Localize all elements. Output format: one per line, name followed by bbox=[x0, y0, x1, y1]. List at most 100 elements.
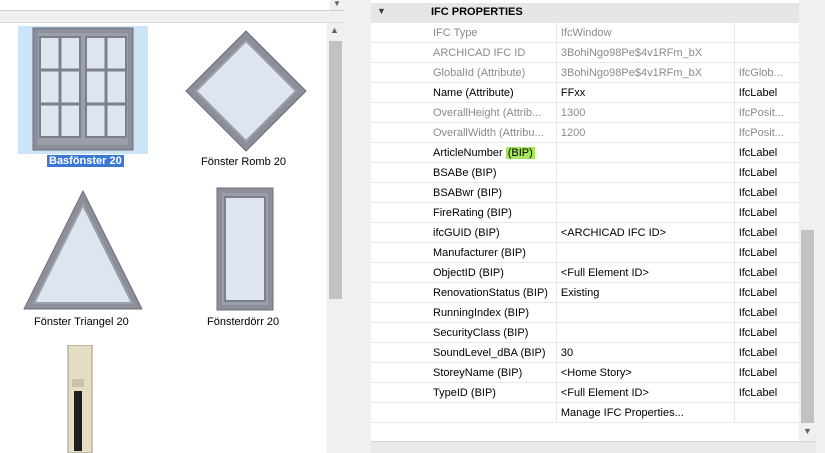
library-item-fonster-triangel[interactable] bbox=[22, 189, 144, 311]
property-value[interactable]: 3BohiNgo98Pe$4v1RFm_bX bbox=[555, 42, 735, 63]
property-name: Name (Attribute) bbox=[371, 82, 557, 103]
property-name-text: BSABe (BIP) bbox=[433, 166, 497, 179]
ifc-properties-table: IFC Type IfcWindow ARCHICAD IFC ID 3BohiNgo… bbox=[371, 23, 799, 423]
property-name-text: FireRating (BIP) bbox=[433, 206, 512, 219]
property-row[interactable]: SoundLevel_dBA (BIP) 30 IfcLabel bbox=[371, 342, 799, 363]
library-item-narrow-window[interactable] bbox=[64, 345, 96, 453]
property-value[interactable] bbox=[555, 242, 735, 263]
property-type: IfcLabel bbox=[733, 202, 799, 223]
property-value[interactable] bbox=[555, 302, 735, 323]
property-row[interactable]: ObjectID (BIP) <Full Element ID> IfcLabel bbox=[371, 262, 799, 283]
property-name-text: Manufacturer (BIP) bbox=[433, 246, 526, 259]
property-row[interactable]: RunningIndex (BIP) IfcLabel bbox=[371, 302, 799, 323]
property-value[interactable]: 30 bbox=[555, 342, 735, 363]
property-row[interactable]: ARCHICAD IFC ID 3BohiNgo98Pe$4v1RFm_bX bbox=[371, 42, 799, 63]
property-value[interactable]: FFxx bbox=[555, 82, 735, 103]
property-type: IfcGlob... bbox=[733, 62, 799, 83]
property-row[interactable]: ifcGUID (BIP) <ARCHICAD IFC ID> IfcLabel bbox=[371, 222, 799, 243]
properties-scrollbar-thumb[interactable] bbox=[801, 230, 814, 423]
pane-splitter[interactable] bbox=[344, 0, 359, 452]
library-item-fonsterdorr[interactable] bbox=[216, 187, 274, 311]
property-type: IfcPosit... bbox=[733, 102, 799, 123]
property-value[interactable]: <Full Element ID> bbox=[555, 262, 735, 283]
property-row[interactable]: OverallHeight (Attrib... 1300 IfcPosit... bbox=[371, 102, 799, 123]
property-value[interactable]: Existing bbox=[555, 282, 735, 303]
property-value[interactable] bbox=[555, 162, 735, 183]
property-name bbox=[371, 402, 557, 423]
french-window-door-icon bbox=[216, 187, 274, 311]
property-name-text: ObjectID (BIP) bbox=[433, 266, 504, 279]
property-type: IfcLabel bbox=[733, 302, 799, 323]
library-item-fonster-romb[interactable] bbox=[184, 29, 308, 153]
property-row[interactable]: OverallWidth (Attribu... 1200 IfcPosit... bbox=[371, 122, 799, 143]
chevron-down-icon[interactable]: ▼ bbox=[803, 426, 812, 436]
property-row[interactable]: Manufacturer (BIP) IfcLabel bbox=[371, 242, 799, 263]
property-value[interactable]: 3BohiNgo98Pe$4v1RFm_bX bbox=[555, 62, 735, 83]
section-title: IFC PROPERTIES bbox=[431, 6, 523, 18]
ifc-properties-section-header[interactable]: ▼ IFC PROPERTIES bbox=[371, 3, 799, 23]
property-value[interactable] bbox=[555, 322, 735, 343]
property-name-text: IFC Type bbox=[433, 26, 478, 39]
manage-ifc-properties-button[interactable]: Manage IFC Properties... bbox=[555, 402, 735, 423]
property-name-text: GlobalId (Attribute) bbox=[433, 66, 526, 79]
property-row[interactable]: ArticleNumber (BIP) IfcLabel bbox=[371, 142, 799, 163]
property-name-text: SoundLevel_dBA (BIP) bbox=[433, 346, 546, 359]
property-name: RenovationStatus (BIP) bbox=[371, 282, 557, 303]
collapse-triangle-icon[interactable]: ▼ bbox=[377, 6, 386, 16]
property-type: IfcLabel bbox=[733, 142, 799, 163]
triangle-window-icon bbox=[23, 190, 143, 310]
property-name: IFC Type bbox=[371, 23, 557, 43]
library-header-strip bbox=[0, 0, 344, 11]
property-name: BSABwr (BIP) bbox=[371, 182, 557, 203]
library-top-scrollbar[interactable]: ▼ bbox=[330, 0, 344, 10]
property-row[interactable]: Manage IFC Properties... bbox=[371, 402, 799, 423]
library-item-label[interactable]: Fönsterdörr 20 bbox=[207, 316, 279, 328]
property-name: SoundLevel_dBA (BIP) bbox=[371, 342, 557, 363]
property-type: IfcLabel bbox=[733, 282, 799, 303]
chevron-up-icon[interactable]: ▲ bbox=[330, 25, 339, 35]
property-value[interactable]: <Home Story> bbox=[555, 362, 735, 383]
property-name-text: ArticleNumber bbox=[433, 146, 503, 159]
property-type: IfcPosit... bbox=[733, 122, 799, 143]
property-value[interactable]: 1200 bbox=[555, 122, 735, 143]
property-value[interactable] bbox=[555, 202, 735, 223]
library-item-label[interactable]: Fönster Triangel 20 bbox=[34, 316, 129, 328]
property-name: TypeID (BIP) bbox=[371, 382, 557, 403]
property-row[interactable]: Name (Attribute) FFxx IfcLabel bbox=[371, 82, 799, 103]
property-name-text: ifcGUID (BIP) bbox=[433, 226, 500, 239]
property-name-text: TypeID (BIP) bbox=[433, 386, 496, 399]
property-value[interactable]: <ARCHICAD IFC ID> bbox=[555, 222, 735, 243]
property-name-text: RenovationStatus (BIP) bbox=[433, 286, 548, 299]
property-value[interactable]: 1300 bbox=[555, 102, 735, 123]
property-type: IfcLabel bbox=[733, 222, 799, 243]
table-empty-area bbox=[371, 423, 799, 441]
library-item-label[interactable]: Fönster Romb 20 bbox=[201, 156, 286, 168]
property-value[interactable] bbox=[555, 142, 735, 163]
property-row[interactable]: GlobalId (Attribute) 3BohiNgo98Pe$4v1RFm_… bbox=[371, 62, 799, 83]
property-name-text: BSABwr (BIP) bbox=[433, 186, 503, 199]
property-type: IfcLabel bbox=[733, 162, 799, 183]
library-item-label[interactable]: Basfönster 20 bbox=[47, 155, 124, 167]
chevron-down-icon[interactable]: ▼ bbox=[333, 0, 341, 8]
property-value[interactable] bbox=[555, 182, 735, 203]
property-row[interactable]: FireRating (BIP) IfcLabel bbox=[371, 202, 799, 223]
property-row[interactable]: StoreyName (BIP) <Home Story> IfcLabel bbox=[371, 362, 799, 383]
narrow-window-icon bbox=[67, 345, 93, 453]
property-row[interactable]: TypeID (BIP) <Full Element ID> IfcLabel bbox=[371, 382, 799, 403]
property-name: ifcGUID (BIP) bbox=[371, 222, 557, 243]
property-type: IfcLabel bbox=[733, 342, 799, 363]
property-name-text: SecurityClass (BIP) bbox=[433, 326, 529, 339]
library-item-basfonster[interactable] bbox=[32, 27, 134, 151]
library-scrollbar-thumb[interactable] bbox=[329, 41, 342, 299]
property-row[interactable]: BSABwr (BIP) IfcLabel bbox=[371, 182, 799, 203]
property-type: IfcLabel bbox=[733, 322, 799, 343]
property-type: IfcLabel bbox=[733, 262, 799, 283]
property-row[interactable]: IFC Type IfcWindow bbox=[371, 23, 799, 43]
property-row[interactable]: SecurityClass (BIP) IfcLabel bbox=[371, 322, 799, 343]
property-value[interactable]: <Full Element ID> bbox=[555, 382, 735, 403]
property-row[interactable]: BSABe (BIP) IfcLabel bbox=[371, 162, 799, 183]
property-row[interactable]: RenovationStatus (BIP) Existing IfcLabel bbox=[371, 282, 799, 303]
property-name-text: OverallWidth (Attribu... bbox=[433, 126, 544, 139]
property-type: IfcLabel bbox=[733, 182, 799, 203]
property-value[interactable]: IfcWindow bbox=[555, 23, 735, 43]
